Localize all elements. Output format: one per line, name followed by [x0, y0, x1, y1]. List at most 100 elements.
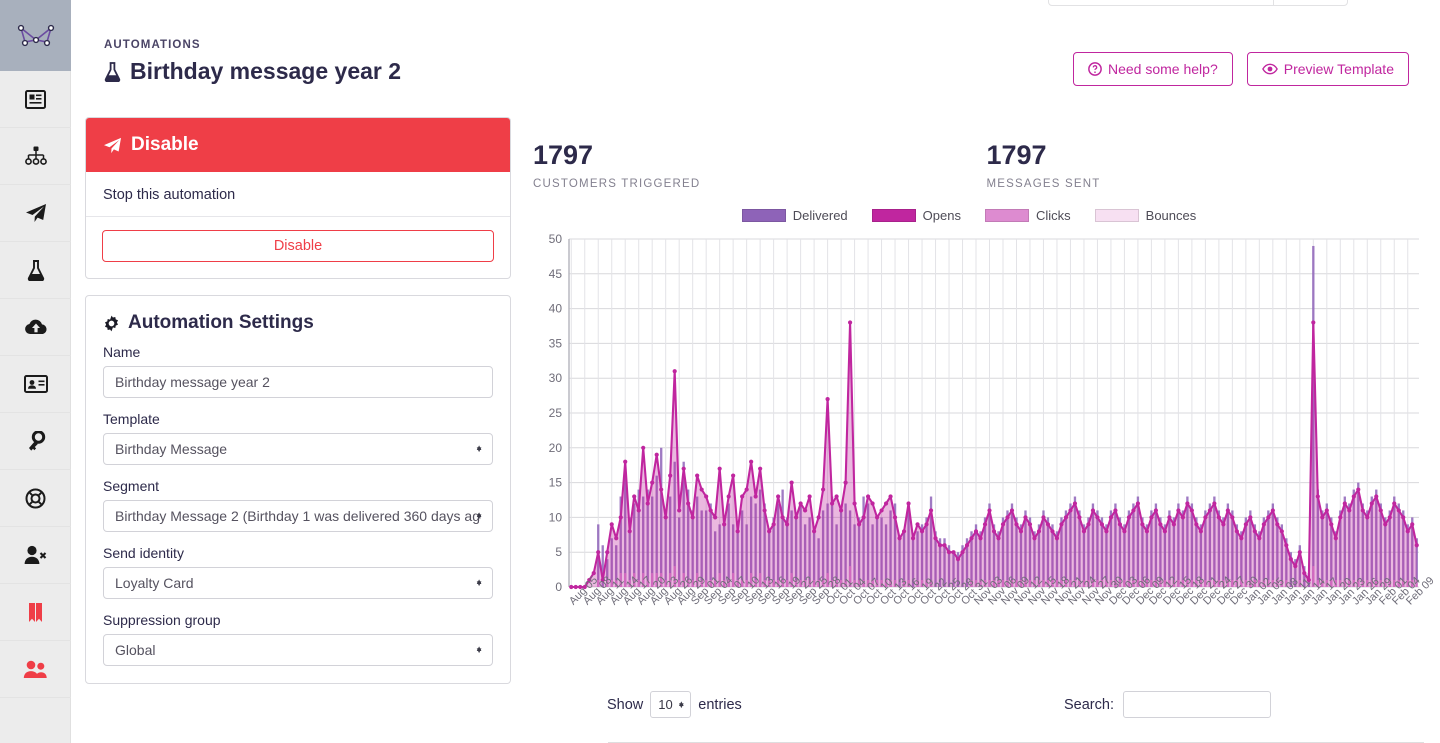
sidebar-item-users[interactable]	[0, 641, 71, 698]
preview-template-label: Preview Template	[1283, 61, 1394, 77]
data-point	[650, 480, 655, 485]
data-point	[1392, 501, 1397, 506]
data-point	[699, 487, 704, 492]
legend-item-delivered[interactable]: Delivered	[741, 208, 848, 223]
chevron-updown-icon: ▲ ▼	[475, 644, 483, 655]
data-point	[1351, 494, 1356, 499]
data-point	[690, 514, 695, 520]
data-point	[1194, 521, 1199, 527]
sidebar-item-support[interactable]	[0, 470, 71, 527]
template-select-value: Birthday Message	[115, 441, 228, 457]
sidebar-item-api-keys[interactable]	[0, 413, 71, 470]
data-point	[1288, 556, 1293, 561]
data-point	[1149, 514, 1154, 520]
data-point	[1297, 549, 1302, 554]
data-point	[1108, 514, 1114, 520]
y-tick-label: 10	[549, 510, 563, 524]
data-point	[1189, 508, 1194, 513]
data-point	[1032, 535, 1037, 541]
sidebar-item-dashboard[interactable]	[0, 71, 71, 128]
data-point	[870, 501, 875, 506]
key-icon	[28, 430, 45, 451]
suppression-group-select-value: Global	[115, 642, 156, 658]
data-point	[1140, 521, 1145, 527]
app-root: AUTOMATIONS Birthday message year 2 Need…	[0, 0, 1440, 743]
name-input[interactable]: Birthday message year 2	[103, 366, 493, 398]
stat-messages-sent: 1797 MESSAGES SENT	[987, 140, 1440, 189]
data-point	[722, 521, 727, 527]
settings-panel-title: Automation Settings	[128, 312, 314, 333]
data-point	[816, 514, 821, 520]
data-point	[632, 494, 637, 499]
app-logo[interactable]	[0, 0, 71, 71]
performance-chart: 0 5 10 15 20 25 30 35 40 45 50	[549, 232, 1419, 594]
data-point	[874, 514, 880, 520]
data-point	[1275, 521, 1280, 527]
data-point	[879, 508, 884, 513]
disable-button[interactable]: Disable	[102, 230, 494, 262]
data-point	[569, 584, 574, 589]
data-point	[1266, 514, 1271, 520]
data-point	[807, 494, 812, 499]
data-point	[794, 514, 799, 520]
sidebar-item-suppressions[interactable]	[0, 527, 71, 584]
data-point	[978, 535, 983, 541]
data-point	[731, 473, 736, 478]
legend-item-bounces[interactable]: Bounces	[1094, 207, 1197, 223]
sidebar-item-contacts[interactable]	[0, 356, 71, 413]
data-point	[1117, 521, 1123, 527]
y-tick-label: 15	[549, 475, 563, 489]
y-tick-label: 30	[549, 371, 563, 385]
chevron-updown-icon: ▲ ▼	[475, 443, 483, 454]
id-card-icon	[23, 375, 48, 393]
field-send-identity-label: Send identity	[103, 545, 184, 561]
sidebar-item-bookmarks[interactable]	[0, 584, 71, 641]
data-point	[776, 494, 781, 499]
legend-item-clicks[interactable]: Clicks	[984, 208, 1071, 223]
data-point	[1144, 528, 1150, 534]
need-help-button[interactable]: Need some help?	[1073, 52, 1233, 86]
search-input[interactable]	[1122, 691, 1271, 718]
data-point	[1009, 508, 1015, 513]
sidebar-item-sitemap[interactable]	[0, 128, 71, 185]
template-select[interactable]: Birthday Message ▲ ▼	[103, 433, 493, 465]
entries-label: entries	[698, 696, 742, 713]
data-point	[681, 466, 686, 471]
data-point	[1068, 508, 1073, 513]
disable-panel-footer: Disable	[86, 216, 510, 278]
data-point	[1054, 535, 1060, 541]
data-point	[1221, 521, 1226, 527]
data-point	[924, 521, 929, 527]
segment-select[interactable]: Birthday Message 2 (Birthday 1 was deliv…	[103, 500, 493, 532]
data-point	[1369, 501, 1374, 506]
settings-form: Name Birthday message year 2 Template Bi…	[86, 338, 510, 683]
data-point	[991, 528, 997, 534]
legend-swatch	[871, 208, 916, 222]
data-point	[1180, 514, 1185, 520]
data-point	[1239, 535, 1244, 541]
y-tick-label: 25	[549, 406, 563, 420]
flask-icon	[27, 259, 44, 281]
data-point	[1270, 508, 1275, 513]
sidebar-item-automations[interactable]	[0, 242, 71, 299]
sidebar-item-campaigns[interactable]	[0, 185, 71, 242]
page-size-select[interactable]: 10 ▲ ▼	[650, 691, 692, 718]
sidebar-item-imports[interactable]	[0, 299, 71, 356]
data-point	[713, 514, 718, 520]
data-point	[1342, 501, 1347, 506]
data-point	[645, 501, 650, 506]
data-point	[1311, 320, 1316, 325]
suppression-group-select[interactable]: Global ▲ ▼	[103, 634, 493, 666]
y-tick-label: 40	[549, 301, 563, 315]
gear-icon	[104, 315, 119, 331]
preview-template-button[interactable]: Preview Template	[1246, 52, 1409, 86]
chart-legend: Delivered Opens Clicks Bounces	[533, 208, 1440, 223]
data-point	[1122, 528, 1127, 534]
data-point	[618, 514, 623, 520]
legend-item-opens[interactable]: Opens	[871, 208, 961, 223]
breadcrumb-eyebrow: AUTOMATIONS	[104, 39, 201, 51]
data-point	[910, 535, 916, 541]
send-identity-select[interactable]: Loyalty Card ▲ ▼	[103, 567, 493, 599]
legend-label: Bounces	[1145, 207, 1197, 223]
opens-area	[571, 322, 1417, 587]
